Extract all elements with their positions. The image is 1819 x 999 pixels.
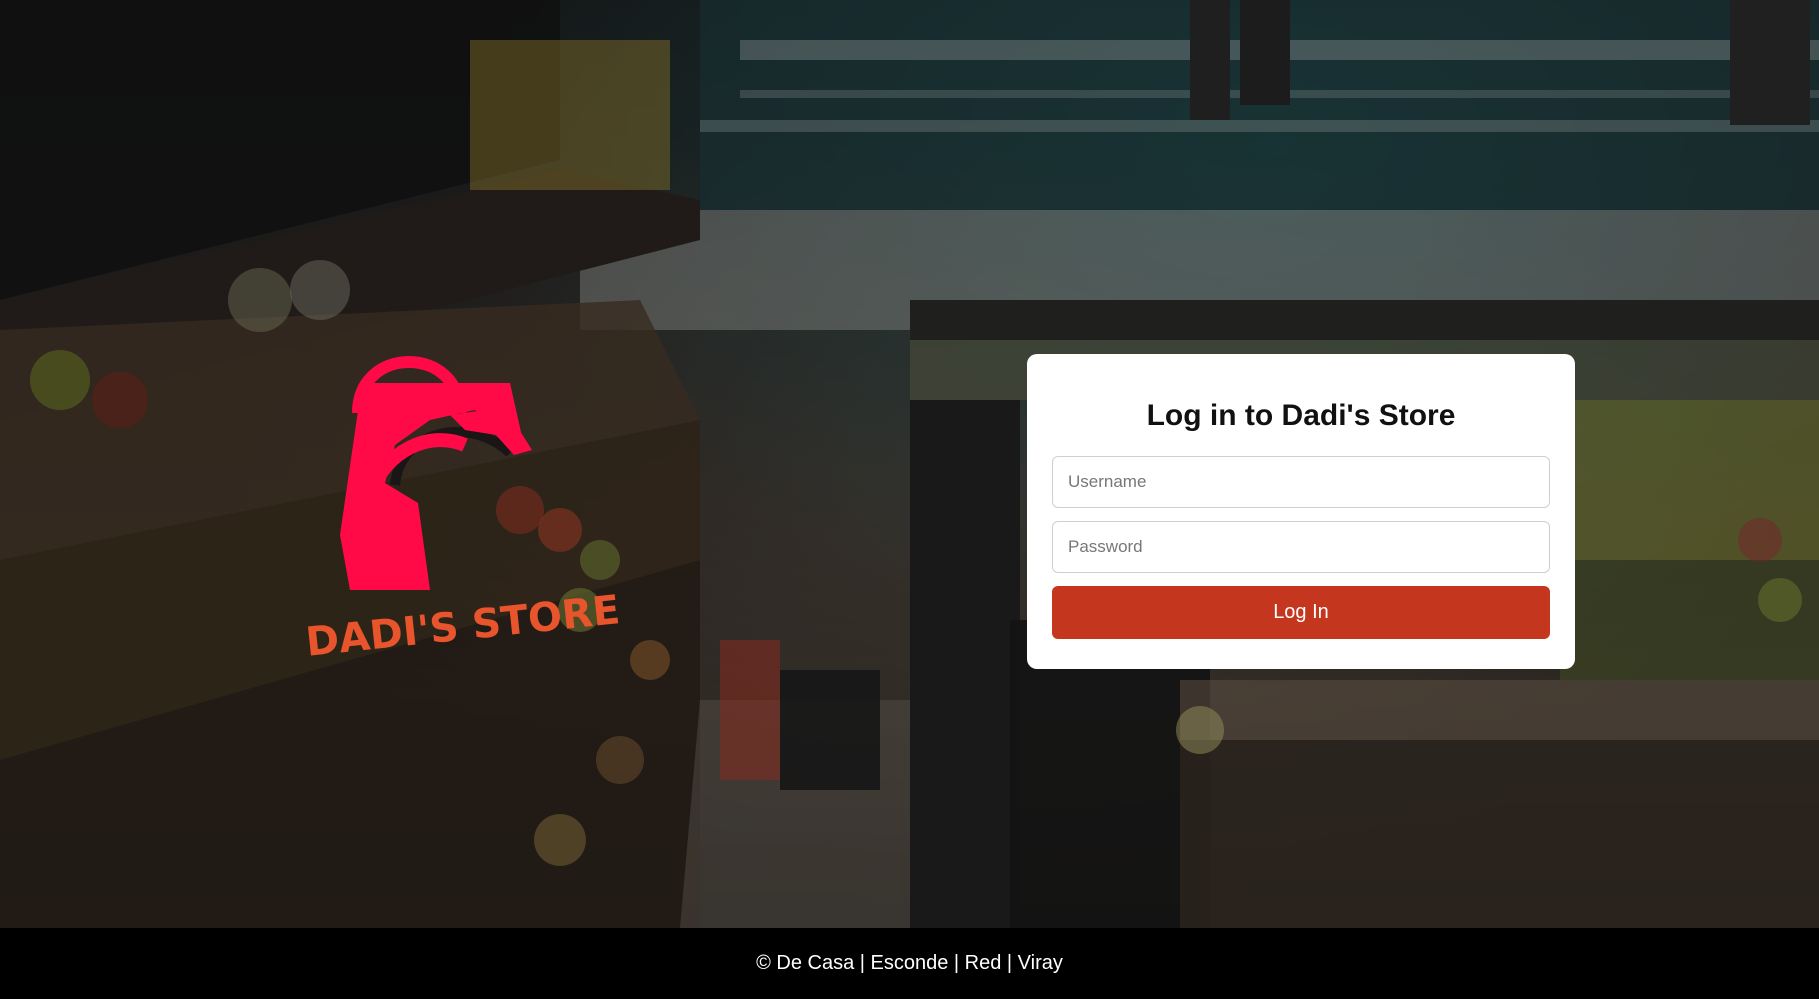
footer-credits: © De Casa | Esconde | Red | Viray xyxy=(756,952,1063,974)
login-button[interactable]: Log In xyxy=(1052,586,1550,639)
login-title: Log in to Dadi's Store xyxy=(1146,399,1456,432)
login-page: DADI'S STORE Log in to Dadi's Store Log … xyxy=(0,0,1819,999)
login-card: Log in to Dadi's Store Log In xyxy=(1027,354,1575,669)
password-input[interactable] xyxy=(1052,521,1550,573)
username-input[interactable] xyxy=(1052,456,1550,508)
footer: © De Casa | Esconde | Red | Viray xyxy=(0,928,1819,999)
